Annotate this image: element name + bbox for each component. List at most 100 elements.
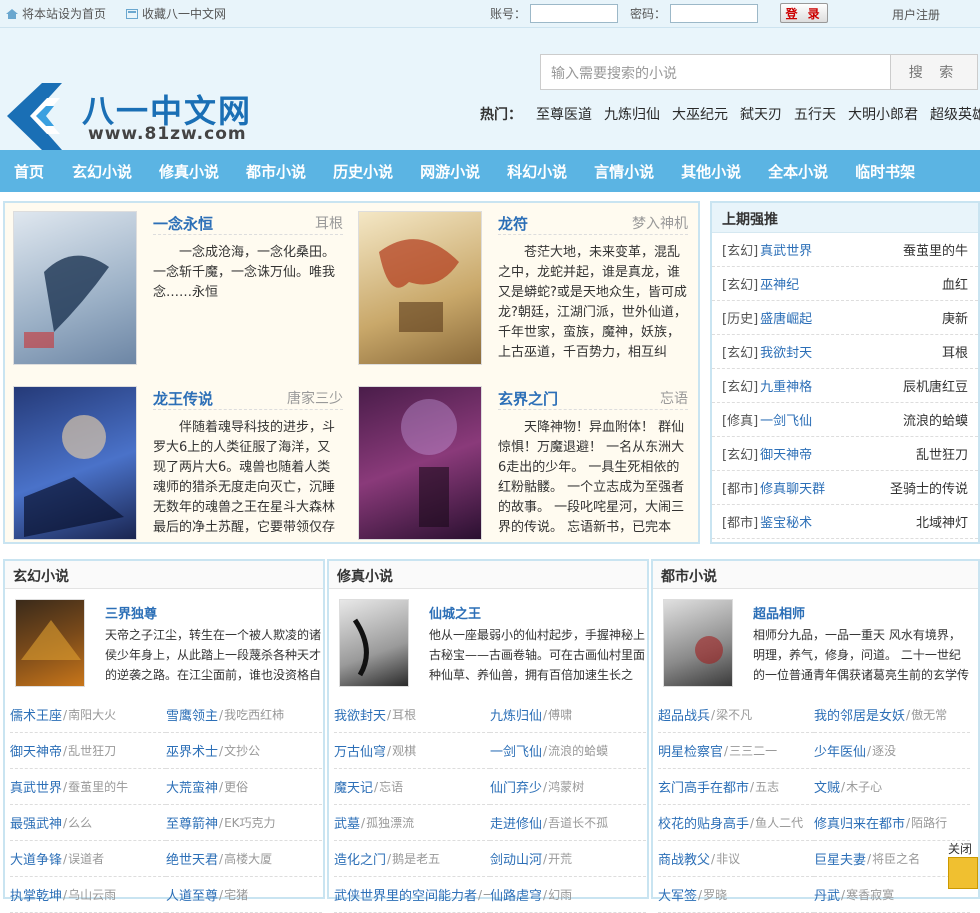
hot-item[interactable]: 至尊医道 <box>536 104 592 124</box>
book-cover[interactable] <box>15 599 85 687</box>
nav-wangyou[interactable]: 网游小说 <box>420 161 480 182</box>
cover-art-icon <box>21 620 81 660</box>
nav-qita[interactable]: 其他小说 <box>681 161 741 182</box>
category-xuanhuan: 玄幻小说 三界独尊 天帝之子江尘，转生在一个被人欺凌的诸侯少年身上，从此踏上一段… <box>3 559 325 913</box>
nav-bookshelf[interactable]: 临时书架 <box>855 161 915 182</box>
hot-item[interactable]: 九炼归仙 <box>604 104 660 124</box>
book-title[interactable]: 龙符 <box>498 213 528 234</box>
nav-home[interactable]: 首页 <box>14 161 44 182</box>
book-cover[interactable] <box>358 211 482 365</box>
search-bar: 输入需要搜索的小说 搜 索 <box>540 54 978 90</box>
list-item: 校花的贴身高手 / 鱼人二代 <box>658 805 814 841</box>
featured-book: 龙符 梦入神机 苍茫大地，未来变革，混乱之中，龙蛇并起，谁是真龙，谁又是蟒蛇?或是… <box>350 203 690 365</box>
login-button[interactable]: 登 录 <box>780 3 829 23</box>
hot-item[interactable]: 弑天刃 <box>740 104 782 124</box>
account-input[interactable] <box>530 3 619 23</box>
home-icon <box>6 8 18 19</box>
list-item: 一剑飞仙 / 流浪的蛤蟆 <box>490 733 646 769</box>
list-item: 大道争锋 / 误道者 <box>10 841 166 877</box>
list-item: 明星检察官 / 三三二一 <box>658 733 814 769</box>
book-title[interactable]: 超品相师 <box>753 603 805 622</box>
search-button[interactable]: 搜 索 <box>891 54 978 90</box>
book-author: 耳根 <box>315 216 343 232</box>
site-logo[interactable]: 八一中文网 www.81zw.com <box>2 78 252 158</box>
book-list: 超品战兵 / 梁不凡 我的邻居是女妖 / 傲无常 明星检察官 / 三三二一 少年医仙 / 逐没 … <box>658 697 970 913</box>
rank-book-link[interactable]: 鉴宝秘术 <box>760 512 812 531</box>
rank-item: [玄幻] 巫神纪 血红 <box>712 267 978 301</box>
book-cover[interactable] <box>13 211 137 365</box>
rank-book-link[interactable]: 真武世界 <box>760 240 812 259</box>
category-xiuzhen: 修真小说 仙城之王 他从一座最弱小的仙村起步，手握神秘上古秘宝——古画卷轴。可在… <box>327 559 649 913</box>
rank-book-link[interactable]: 一剑飞仙 <box>760 410 812 429</box>
rank-book-link[interactable]: 御天神帝 <box>760 444 812 463</box>
book-title[interactable]: 仙城之王 <box>429 603 481 622</box>
hot-item[interactable]: 大巫纪元 <box>672 104 728 124</box>
list-item: 修真归来在都市 / 陌路行 <box>814 805 970 841</box>
list-item: 真武世界 / 蚕茧里的牛 <box>10 769 166 805</box>
cover-art-icon <box>352 618 369 677</box>
list-item: 超品战兵 / 梁不凡 <box>658 697 814 733</box>
book-author: 唐家三少 <box>287 391 343 407</box>
book-desc: 相师分九品，一品一重天 风水有境界，明理，养气，修身，问道。 二十一世纪的一位普… <box>753 628 969 682</box>
list-item: 文贼 / 木子心 <box>814 769 970 805</box>
nav-kehuan[interactable]: 科幻小说 <box>507 161 567 182</box>
cover-art-icon <box>379 239 459 332</box>
top-bar: 将本站设为首页 收藏八一中文网 账号： 密码： 登 录 用户注册 <box>0 0 980 28</box>
set-homepage-link[interactable]: 将本站设为首页 <box>6 5 106 22</box>
list-item: 儒术王座 / 南阳大火 <box>10 697 166 733</box>
cover-art-icon <box>695 636 723 664</box>
nav-lishi[interactable]: 历史小说 <box>333 161 393 182</box>
nav-xiuzhen[interactable]: 修真小说 <box>159 161 219 182</box>
book-cover[interactable] <box>663 599 733 687</box>
book-cover[interactable] <box>358 386 482 540</box>
list-item: 走进修仙 / 吾道长不孤 <box>490 805 646 841</box>
book-desc: 苍茫大地，未来变革，混乱之中，龙蛇并起，谁是真龙，谁又是蟒蛇?或是天地众生，皆可… <box>498 245 687 360</box>
rank-item: [玄幻] 御天神帝 乱世狂刀 <box>712 437 978 471</box>
rank-book-link[interactable]: 我欲封天 <box>760 342 812 361</box>
password-input[interactable] <box>670 3 759 23</box>
hot-item[interactable]: 超级英雄 <box>930 104 980 124</box>
list-item: 大荒蛮神 / 更俗 <box>166 769 322 805</box>
hot-item[interactable]: 五行天 <box>794 104 836 124</box>
logo-url: www.81zw.com <box>88 124 247 144</box>
nav-yanqing[interactable]: 言情小说 <box>594 161 654 182</box>
search-input[interactable]: 输入需要搜索的小说 <box>540 54 891 90</box>
rank-item: [都市] 鉴宝秘术 北域神灯 <box>712 505 978 539</box>
bookmark-link[interactable]: 收藏八一中文网 <box>126 5 226 22</box>
rank-book-link[interactable]: 巫神纪 <box>760 274 799 293</box>
hot-item[interactable]: 大明小郎君 <box>848 104 918 124</box>
list-item: 少年医仙 / 逐没 <box>814 733 970 769</box>
rank-book-link[interactable]: 盛唐崛起 <box>760 308 812 327</box>
rank-item: [修真] 一剑飞仙 流浪的蛤蟆 <box>712 403 978 437</box>
rank-item: [都市] 修真聊天群 圣骑士的传说 <box>712 471 978 505</box>
book-desc: 天降神物！异血附体！ 群仙惊惧！万魔退避！ 一名从东洲大6走出的少年。 一具生死… <box>498 420 685 535</box>
nav-xuanhuan[interactable]: 玄幻小说 <box>72 161 132 182</box>
nav-dushi[interactable]: 都市小说 <box>246 161 306 182</box>
list-item: 魔天记 / 忘语 <box>334 769 490 805</box>
rank-book-link[interactable]: 修真聊天群 <box>760 478 825 497</box>
list-item: 武侠世界里的空间能力者/一 <box>334 877 490 913</box>
featured-books: 一念永恒 耳根 一念成沧海，一念化桑田。一念斩千魔，一念诛万仙。唯我念……永恒 龙… <box>3 201 700 544</box>
cover-art-icon <box>24 255 109 348</box>
list-item: 巫界术士 / 文抄公 <box>166 733 322 769</box>
floating-ad[interactable] <box>948 857 978 889</box>
nav-quanben[interactable]: 全本小说 <box>768 161 828 182</box>
book-cover[interactable] <box>339 599 409 687</box>
rank-book-link[interactable]: 九重神格 <box>760 376 812 395</box>
close-ad-button[interactable]: 关闭 <box>948 840 972 857</box>
cover-art-icon <box>24 415 124 537</box>
book-cover[interactable] <box>13 386 137 540</box>
book-list: 儒术王座 / 南阳大火 雪鹰领主 / 我吃西红柿 御天神帝 / 乱世狂刀 巫界术士 / 文抄公 … <box>10 697 322 913</box>
password-label: 密码： <box>630 6 667 21</box>
book-title[interactable]: 玄界之门 <box>498 388 558 409</box>
hot-keywords: 热门： 至尊医道 九炼归仙 大巫纪元 弑天刃 五行天 大明小郎君 超级英雄 <box>480 104 980 124</box>
book-title[interactable]: 三界独尊 <box>105 603 157 622</box>
rank-item: [玄幻] 九重神格 辰机唐红豆 <box>712 369 978 403</box>
list-item: 造化之门 / 鹅是老五 <box>334 841 490 877</box>
book-title[interactable]: 龙王传说 <box>153 388 213 409</box>
register-link[interactable]: 用户注册 <box>892 6 940 23</box>
category-dushi: 都市小说 超品相师 相师分九品，一品一重天 风水有境界，明理，养气，修身，问道。… <box>651 559 980 913</box>
list-item: 玄门高手在都市 / 五志 <box>658 769 814 805</box>
book-desc: 他从一座最弱小的仙村起步，手握神秘上古秘宝——古画卷轴。可在古画仙村里面种仙草、… <box>429 628 645 682</box>
book-title[interactable]: 一念永恒 <box>153 213 213 234</box>
